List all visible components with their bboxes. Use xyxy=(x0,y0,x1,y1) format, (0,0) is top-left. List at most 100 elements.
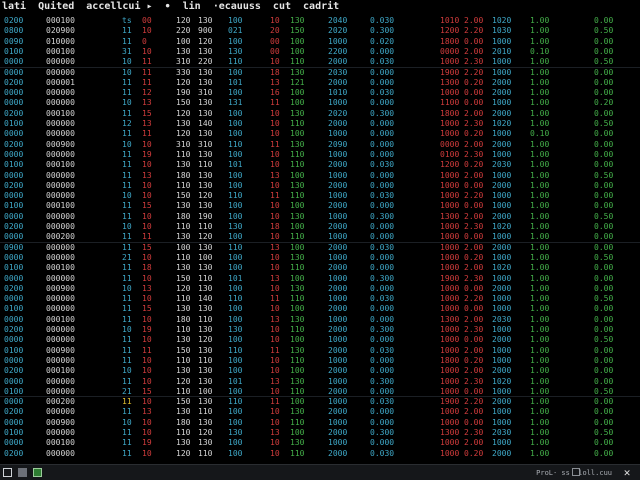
table-cell-f3: 120 xyxy=(176,448,191,458)
table-cell-id: 0000 xyxy=(4,211,24,221)
table-cell-f1: 10 xyxy=(122,283,132,293)
table-cell-f4: 130 xyxy=(198,304,213,314)
table-cell-f12: 1000 xyxy=(492,407,512,417)
table-cell-f7: 100 xyxy=(290,36,305,46)
terminal-icon[interactable] xyxy=(33,468,42,477)
table-cell-f12: 1020 xyxy=(492,263,512,273)
table-cell-f5: 021 xyxy=(228,26,243,36)
table-cell-f2: 13 xyxy=(142,98,152,108)
start-icon[interactable] xyxy=(3,468,12,477)
table-cell-f7: 100 xyxy=(290,201,305,211)
table-cell-f13: 1.00 xyxy=(530,98,550,108)
table-cell-f9: 0.000 xyxy=(370,201,395,211)
folder-icon[interactable] xyxy=(18,468,27,477)
table-cell-f4: 130 xyxy=(198,438,213,448)
table-cell-f10: 1000 xyxy=(440,376,460,386)
table-cell-f6: 10 xyxy=(270,283,280,293)
table-cell-id: 0200 xyxy=(4,283,24,293)
table-cell-f8: 2000 xyxy=(328,201,348,211)
table-cell-f14: 0.50 xyxy=(594,211,614,221)
table-row: 0100 000100 11 18 130 130 100 10 110 2000 0.000 100… xyxy=(0,263,640,273)
table-cell-f9: 0.000 xyxy=(370,98,395,108)
table-cell-f14: 0.00 xyxy=(594,77,614,87)
table-cell-f8: 2000 xyxy=(328,407,348,417)
table-cell-f7: 130 xyxy=(290,438,305,448)
table-cell-f2: 15 xyxy=(142,304,152,314)
table-cell-f2: 11 xyxy=(142,67,152,77)
table-cell-id: 0000 xyxy=(4,335,24,345)
table-cell-f2: 12 xyxy=(142,88,152,98)
table-cell-f9: 0.300 xyxy=(370,26,395,36)
table-cell-f9: 0.030 xyxy=(370,294,395,304)
table-cell-f10: 1000 xyxy=(440,242,460,252)
table-cell-id: 0000 xyxy=(4,149,24,159)
table-cell-f11: 2.00 xyxy=(464,314,484,324)
table-cell-f10: 1000 xyxy=(440,283,460,293)
table-cell-f4: 310 xyxy=(198,139,213,149)
table-cell-f4: 130 xyxy=(198,345,213,355)
table-row: 0200 000001 11 11 120 130 101 13 121 2000 0.000 130… xyxy=(0,78,640,88)
table-cell-f5: 100 xyxy=(228,201,243,211)
table-cell-f4: 120 xyxy=(198,36,213,46)
table-row: 0000 000900 10 10 180 130 100 10 110 1000 0.000 100… xyxy=(0,418,640,428)
table-cell-f12: 1000 xyxy=(492,294,512,304)
table-cell-f11: 2.30 xyxy=(464,119,484,128)
table-cell-f9: 0.000 xyxy=(370,46,395,56)
table-cell-f7: 100 xyxy=(290,170,305,180)
table-cell-f9: 0.000 xyxy=(370,407,395,417)
table-cell-id: 0000 xyxy=(4,397,24,407)
table-cell-f12: 1000 xyxy=(492,273,512,283)
table-cell-f9: 0.030 xyxy=(370,16,395,25)
table-cell-f2: 19 xyxy=(142,149,152,159)
table-cell-f1: 11 xyxy=(122,129,132,139)
table-cell-f11: 2.00 xyxy=(464,16,484,25)
table-cell-f7: 100 xyxy=(290,98,305,108)
table-cell-f4: 120 xyxy=(198,428,213,437)
table-cell-id: 0200 xyxy=(4,448,24,458)
table-cell-f3: 130 xyxy=(176,46,191,56)
table-cell-f12: 2000 xyxy=(492,335,512,345)
table-cell-f8: 1000 xyxy=(328,376,348,386)
table-cell-f1: 10 xyxy=(122,191,132,201)
table-cell-f13: 1.00 xyxy=(530,139,550,149)
table-cell-name: 000000 xyxy=(46,273,75,283)
table-cell-id: 0000 xyxy=(4,314,24,324)
table-cell-id: 0000 xyxy=(4,88,24,98)
table-cell-id: 0100 xyxy=(4,201,24,211)
table-cell-f2: 10 xyxy=(142,376,152,386)
table-cell-f1: 10 xyxy=(122,417,132,427)
table-cell-f1: 11 xyxy=(122,201,132,211)
table-cell-f13: 1.00 xyxy=(530,26,550,36)
table-cell-f13: 1.00 xyxy=(530,273,550,283)
table-cell-f14: 0.00 xyxy=(594,180,614,190)
table-cell-f12: 1020 xyxy=(492,222,512,231)
table-cell-f9: 0.030 xyxy=(370,242,395,252)
table-cell-name: 010000 xyxy=(46,36,75,46)
table-cell-f9: 0.000 xyxy=(370,139,395,149)
table-cell-f2: 10 xyxy=(142,252,152,262)
table-cell-f14: 0.00 xyxy=(594,283,614,293)
table-cell-f3: 120 xyxy=(176,129,191,139)
table-cell-f5: 100 xyxy=(228,252,243,262)
table-cell-f3: 120 xyxy=(176,108,191,118)
table-cell-f2: 15 xyxy=(142,242,152,252)
table-cell-f6: 11 xyxy=(270,397,280,407)
table-cell-f7: 110 xyxy=(290,191,305,201)
table-cell-f14: 0.00 xyxy=(594,376,614,386)
table-cell-id: 0200 xyxy=(4,407,24,417)
table-cell-f6: 10 xyxy=(270,252,280,262)
table-row: 0000 000000 11 10 180 190 100 10 130 1000 0.300 130… xyxy=(0,212,640,222)
table-cell-f5: 130 xyxy=(228,222,243,231)
system-tray-clock[interactable]: ProL⋅ ss loll.cuu xyxy=(536,467,612,479)
table-cell-f9: 0.000 xyxy=(370,170,395,180)
table-row: 0000 000000 11 10 150 110 101 13 100 1000 0.300 190… xyxy=(0,274,640,284)
table-cell-f1: 10 xyxy=(122,222,132,231)
table-cell-f7: 110 xyxy=(290,448,305,458)
table-cell-f10: 1000 xyxy=(440,366,460,376)
table-cell-f11: 0.20 xyxy=(464,355,484,365)
table-cell-f13: 1.00 xyxy=(530,222,550,231)
close-icon[interactable]: ✕ xyxy=(620,466,634,480)
table-cell-f5: 100 xyxy=(228,448,243,458)
terminal-window[interactable]: lati Quited accellcui ▸ ∙ lin ⋅ecauuss c… xyxy=(0,0,640,464)
table-cell-name: 000100 xyxy=(46,201,75,211)
